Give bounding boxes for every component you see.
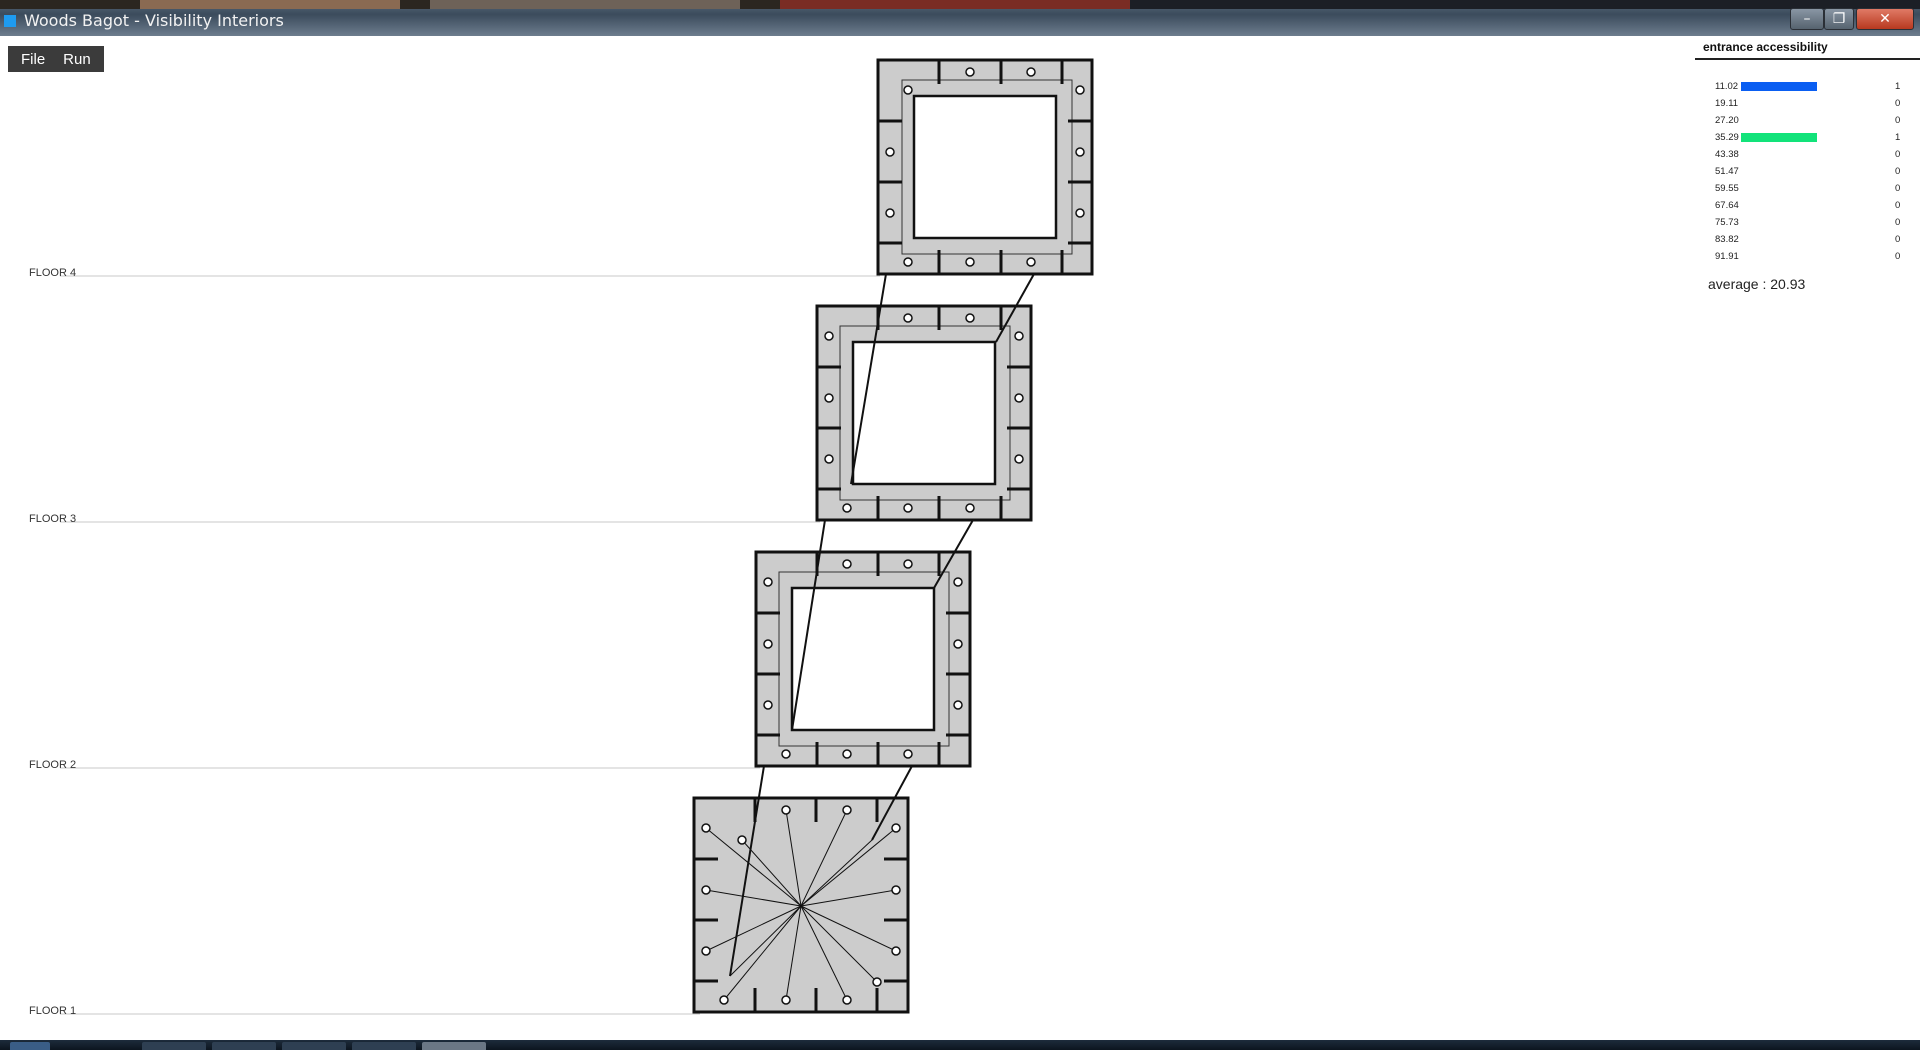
legend-bin-value: 11.02: [1715, 81, 1739, 92]
floor-2-plan[interactable]: [754, 550, 972, 768]
legend-count: 0: [1895, 217, 1901, 228]
floor-void: [851, 340, 997, 486]
legend-count: 0: [1895, 115, 1901, 126]
legend-row: 11.02 1: [1695, 81, 1920, 95]
legend-bin-value: 51.47: [1715, 166, 1739, 177]
legend-row: 75.73 0: [1695, 217, 1920, 231]
legend-bar: [1741, 82, 1817, 91]
minimize-button[interactable]: –: [1790, 8, 1824, 30]
floor-label: FLOOR 1: [29, 1005, 76, 1017]
taskbar: [0, 1040, 1920, 1050]
legend-count: 1: [1895, 132, 1901, 143]
menu-file[interactable]: File: [12, 51, 54, 68]
legend-bar: [1741, 133, 1817, 142]
legend-title: entrance accessibility: [1703, 40, 1828, 54]
legend-bin-value: 43.38: [1715, 149, 1739, 160]
legend-bin-value: 91.91: [1715, 251, 1739, 262]
legend-count: 0: [1895, 183, 1901, 194]
legend-divider: [1695, 58, 1920, 60]
taskbar-app[interactable]: [212, 1042, 276, 1050]
floor-plan-canvas[interactable]: FLOOR 4 FLOOR 3 FLOOR 2 FLOOR 1: [0, 36, 1920, 1040]
legend-bin-value: 75.73: [1715, 217, 1739, 228]
background-strip: [780, 0, 1130, 9]
floor-label: FLOOR 2: [29, 759, 76, 771]
minimize-icon: –: [1803, 11, 1811, 27]
taskbar-app-active[interactable]: [422, 1042, 486, 1050]
floor-void: [912, 94, 1058, 240]
legend-count: 0: [1895, 251, 1901, 262]
legend-count: 0: [1895, 149, 1901, 160]
average-value: average : 20.93: [1708, 276, 1806, 292]
legend-row: 91.91 0: [1695, 251, 1920, 265]
title-bar: Woods Bagot - Visibility Interiors – ❐ ✕: [0, 0, 1920, 36]
restore-icon: ❐: [1832, 11, 1846, 27]
legend-bin-value: 27.20: [1715, 115, 1739, 126]
legend-bin-value: 67.64: [1715, 200, 1739, 211]
legend-count: 0: [1895, 200, 1901, 211]
legend-row: 83.82 0: [1695, 234, 1920, 248]
legend-bin-value: 83.82: [1715, 234, 1739, 245]
legend-bin-value: 35.29: [1715, 132, 1739, 143]
legend-count: 0: [1895, 166, 1901, 177]
legend-row: 19.11 0: [1695, 98, 1920, 112]
legend-row: 51.47 0: [1695, 166, 1920, 180]
floor-void: [790, 586, 936, 732]
background-strip: [140, 0, 400, 9]
floor-label: FLOOR 4: [29, 267, 76, 279]
legend-count: 1: [1895, 81, 1901, 92]
legend-count: 0: [1895, 98, 1901, 109]
legend-row: 35.29 1: [1695, 132, 1920, 146]
background-strip: [430, 0, 740, 9]
legend-row: 27.20 0: [1695, 115, 1920, 129]
floor-1-plan[interactable]: [692, 796, 910, 1014]
taskbar-app[interactable]: [352, 1042, 416, 1050]
taskbar-app[interactable]: [142, 1042, 206, 1050]
legend-row: 43.38 0: [1695, 149, 1920, 163]
close-icon: ✕: [1879, 11, 1891, 27]
legend-bin-value: 19.11: [1715, 98, 1739, 109]
menu-bar: File Run: [8, 46, 104, 72]
legend-bin-value: 59.55: [1715, 183, 1739, 194]
close-button[interactable]: ✕: [1856, 8, 1914, 30]
start-button[interactable]: [10, 1042, 50, 1050]
floor-label: FLOOR 3: [29, 513, 76, 525]
legend-count: 0: [1895, 234, 1901, 245]
maximize-button[interactable]: ❐: [1824, 8, 1854, 30]
menu-run[interactable]: Run: [54, 51, 100, 68]
legend-row: 59.55 0: [1695, 183, 1920, 197]
floor-4-plan[interactable]: [876, 58, 1094, 276]
legend-row: 67.64 0: [1695, 200, 1920, 214]
window-title: Woods Bagot - Visibility Interiors: [24, 11, 284, 30]
taskbar-app[interactable]: [282, 1042, 346, 1050]
app-icon: [4, 15, 16, 27]
